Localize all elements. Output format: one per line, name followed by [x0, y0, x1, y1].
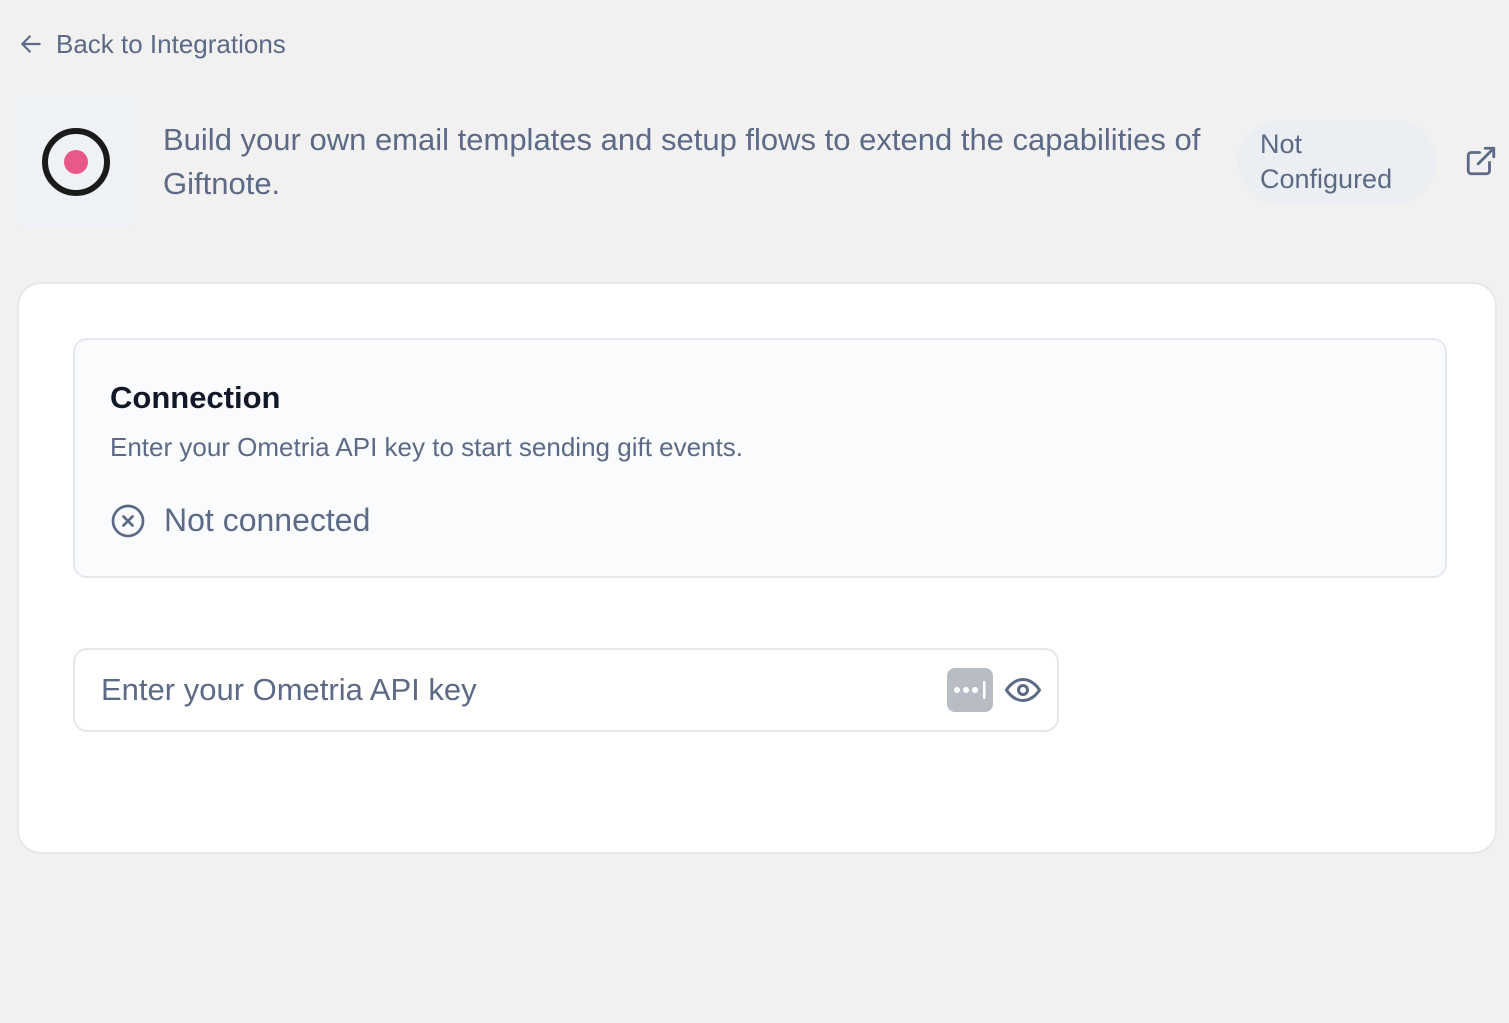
- integration-logo: [16, 96, 136, 228]
- ring-with-pink-dot-logo: [42, 128, 110, 196]
- integration-description: Build your own email templates and setup…: [163, 122, 1201, 201]
- back-link-label: Back to Integrations: [56, 28, 286, 59]
- connection-description: Enter your Ometria API key to start send…: [110, 432, 743, 462]
- password-manager-icon[interactable]: [947, 668, 993, 712]
- api-key-input[interactable]: [101, 650, 921, 730]
- api-key-field: [73, 648, 1059, 732]
- eye-icon[interactable]: [1005, 672, 1041, 708]
- back-to-integrations-link[interactable]: Back to Integrations: [18, 26, 286, 62]
- arrow-left-icon: [18, 31, 44, 57]
- connection-status-label: Not connected: [164, 502, 371, 538]
- status-badge: Not Configured: [1238, 120, 1436, 204]
- connection-title: Connection: [110, 380, 281, 415]
- circle-x-icon: [110, 503, 146, 539]
- connection-status: Not connected: [110, 502, 370, 539]
- integration-header: Build your own email templates and setup…: [16, 96, 1499, 228]
- settings-card: Connection Enter your Ometria API key to…: [17, 282, 1497, 854]
- connection-panel: Connection Enter your Ometria API key to…: [73, 338, 1447, 578]
- external-link-icon[interactable]: [1464, 144, 1500, 180]
